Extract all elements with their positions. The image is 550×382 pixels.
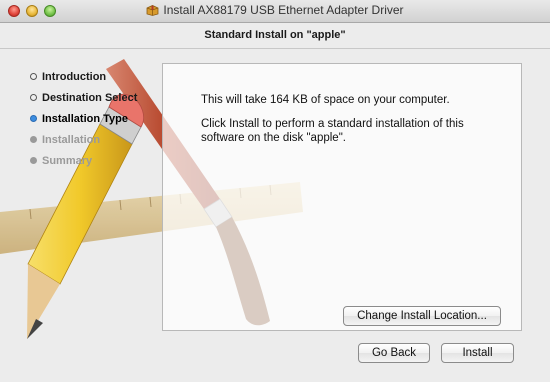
package-icon	[147, 5, 159, 16]
go-back-button[interactable]: Go Back	[358, 343, 430, 363]
step-label: Destination Select	[42, 92, 138, 104]
step-installation: Installation	[30, 133, 137, 154]
step-bullet-icon	[30, 136, 37, 143]
step-installation-type: Installation Type	[30, 112, 137, 133]
step-summary: Summary	[30, 154, 137, 175]
step-label: Installation Type	[42, 113, 128, 125]
step-label: Introduction	[42, 71, 107, 83]
step-bullet-icon	[30, 157, 37, 164]
content-panel: This will take 164 KB of space on your c…	[162, 63, 522, 331]
window-title-group: Install AX88179 USB Ethernet Adapter Dri…	[0, 3, 550, 17]
title-bar: Install AX88179 USB Ethernet Adapter Dri…	[0, 0, 550, 23]
step-bullet-icon	[30, 94, 37, 101]
change-install-location-button[interactable]: Change Install Location...	[343, 306, 501, 326]
step-current-bullet-icon	[30, 115, 37, 122]
step-introduction: Introduction	[30, 70, 137, 91]
install-instructions-text: Click Install to perform a standard inst…	[201, 118, 464, 144]
space-required-text: This will take 164 KB of space on your c…	[201, 94, 450, 106]
step-bullet-icon	[30, 73, 37, 80]
window-title: Install AX88179 USB Ethernet Adapter Dri…	[163, 3, 404, 17]
step-label: Installation	[42, 134, 101, 146]
installer-window: Install AX88179 USB Ethernet Adapter Dri…	[0, 0, 550, 382]
installer-steps: Introduction Destination Select Installa…	[30, 70, 137, 175]
step-destination-select: Destination Select	[30, 91, 137, 112]
page-subtitle: Standard Install on "apple"	[204, 29, 346, 41]
step-label: Summary	[42, 155, 93, 167]
install-button[interactable]: Install	[441, 343, 514, 363]
